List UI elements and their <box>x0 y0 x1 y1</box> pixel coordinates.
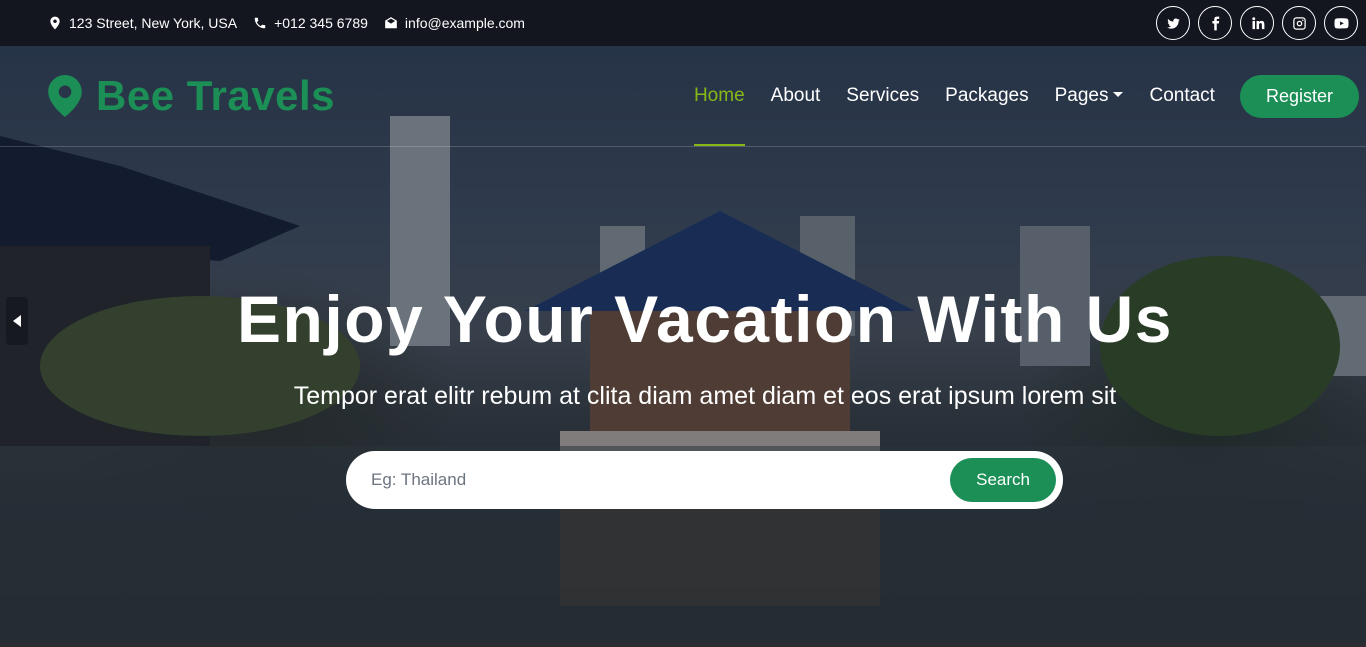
twitter-icon <box>1166 17 1180 29</box>
youtube-icon <box>1334 17 1348 28</box>
instagram-icon <box>1292 16 1306 30</box>
nav-link-contact[interactable]: Contact <box>1136 46 1227 146</box>
search-button[interactable]: Search <box>950 458 1056 502</box>
address-text: 123 Street, New York, USA <box>69 15 238 31</box>
nav-link-pages-label: Pages <box>1054 85 1109 106</box>
facebook-link[interactable] <box>1198 6 1232 40</box>
nav-link-home[interactable]: Home <box>681 46 758 146</box>
linkedin-icon <box>1251 16 1264 29</box>
hero-content: Enjoy Your Vacation With Us Tempor erat … <box>0 286 1366 411</box>
youtube-link[interactable] <box>1324 6 1358 40</box>
phone-text: +012 345 6789 <box>274 15 368 31</box>
map-marker-icon <box>50 16 60 30</box>
hero-subtitle: Tempor erat elitr rebum at clita diam am… <box>293 382 1117 410</box>
contact-info: 123 Street, New York, USA +012 345 6789 … <box>48 15 525 31</box>
main-navbar: Bee Travels Home About Services Packages… <box>0 46 1366 147</box>
search-box: Search <box>346 451 1063 509</box>
email-item: info@example.com <box>384 15 525 31</box>
phone-icon <box>254 17 266 29</box>
twitter-link[interactable] <box>1156 6 1190 40</box>
envelope-open-icon <box>385 17 397 29</box>
nav-links: Home About Services Packages Pages Conta… <box>681 46 1359 146</box>
social-links <box>1156 6 1358 40</box>
map-marker-icon <box>48 75 82 117</box>
brand-logo[interactable]: Bee Travels <box>48 72 335 120</box>
linkedin-link[interactable] <box>1240 6 1274 40</box>
nav-link-services[interactable]: Services <box>833 46 932 146</box>
register-button[interactable]: Register <box>1239 74 1359 118</box>
hero-title: Enjoy Your Vacation With Us <box>237 282 1173 356</box>
hero-carousel: Bee Travels Home About Services Packages… <box>0 46 1366 642</box>
nav-link-pages-dropdown[interactable]: Pages <box>1042 46 1137 146</box>
email-text: info@example.com <box>404 15 525 31</box>
facebook-icon <box>1211 16 1219 30</box>
phone-item: +012 345 6789 <box>253 15 368 31</box>
brand-name: Bee Travels <box>96 72 336 119</box>
caret-down-icon <box>1113 91 1124 97</box>
page-bottom-strip <box>0 642 1366 647</box>
top-bar: 123 Street, New York, USA +012 345 6789 … <box>0 0 1366 46</box>
instagram-link[interactable] <box>1282 6 1316 40</box>
nav-link-about[interactable]: About <box>758 46 834 146</box>
address-item: 123 Street, New York, USA <box>48 15 237 31</box>
nav-link-packages[interactable]: Packages <box>932 46 1041 146</box>
search-input[interactable] <box>371 470 951 490</box>
